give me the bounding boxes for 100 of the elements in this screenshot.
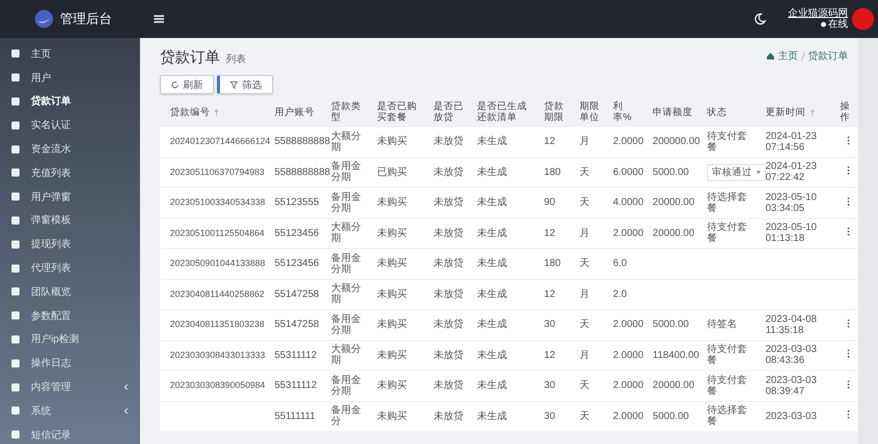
sidebar-item[interactable]: 实名认证 (0, 113, 140, 138)
table-cell: 未放贷 (433, 410, 464, 422)
table-cell: 90 (544, 197, 556, 208)
filter-button[interactable]: 筛选 (217, 75, 273, 94)
moon-icon[interactable] (754, 13, 766, 25)
more-icon[interactable] (847, 349, 850, 358)
table-cell: 未购买 (376, 380, 407, 392)
table-cell: 5588888888 (274, 136, 330, 148)
table-cell: 天 (580, 410, 590, 422)
table-cell-text: 2023-05-10 01:13:18 (766, 222, 818, 244)
table-cell: 6.0 (612, 258, 627, 270)
table-cell: 200000.00 (652, 136, 700, 148)
sidebar-item[interactable]: 用户 (0, 66, 140, 90)
funnel-icon (230, 80, 238, 88)
table-cell: 未生成 (477, 288, 508, 300)
user-name[interactable]: 企业猫源码网 (788, 8, 848, 19)
sidebar-item[interactable]: 充值列表 (0, 160, 140, 185)
table-cell: 2023040811351803238 (170, 319, 264, 330)
square-icon (11, 264, 20, 273)
more-icon[interactable] (847, 227, 850, 236)
table-cell: 2.0000 (612, 350, 644, 361)
table-cell: 天 (580, 258, 590, 270)
sidebar-item[interactable]: 短信记录 (0, 422, 140, 444)
table-cell: 未放贷 (433, 319, 464, 330)
breadcrumb-link[interactable]: 主页 (778, 49, 798, 63)
more-icon[interactable] (847, 166, 850, 176)
square-icon (11, 168, 20, 178)
table-cell: 备用金分期 (330, 374, 361, 397)
table-cell: 55123456 (274, 258, 319, 270)
column-header: 期限单位 (580, 101, 601, 123)
square-icon (11, 406, 20, 416)
sidebar-item[interactable]: 参数配置 (0, 304, 140, 328)
table-cell: 2.0000 (612, 380, 644, 392)
sidebar-item[interactable]: 系统 (0, 398, 140, 423)
more-icon[interactable] (847, 318, 850, 328)
table-cell: 待签名 (707, 319, 737, 330)
table-cell: 未生成 (477, 319, 508, 330)
menu-icon[interactable] (154, 15, 164, 23)
table-cell: 未放贷 (433, 197, 464, 208)
column-header: 利率% (612, 101, 632, 123)
table-cell: 未购买 (376, 197, 407, 208)
more-icon[interactable] (847, 196, 850, 206)
column-header: 申请额度 (652, 106, 693, 118)
page-title: 贷款订单 (160, 49, 220, 66)
square-icon (11, 144, 20, 154)
sidebar-item[interactable]: 团队概览 (0, 280, 140, 304)
breadcrumb-link[interactable]: 贷款订单 (808, 49, 848, 63)
table-cell: 55311112 (274, 350, 317, 361)
sidebar-item[interactable]: 主页 (0, 42, 140, 66)
table-cell: 55147258 (274, 319, 319, 330)
table-cell-text: 2023-03-03 (766, 410, 818, 422)
more-icon[interactable] (847, 136, 850, 145)
refresh-button[interactable]: 刷新 (160, 75, 214, 94)
table-cell: 未生成 (477, 136, 508, 148)
table-cell: 天 (580, 319, 590, 330)
avatar[interactable] (852, 8, 874, 30)
table-cell: 天 (580, 166, 590, 178)
table-cell: 已购买 (376, 166, 407, 178)
column-header: 操作 (839, 101, 850, 123)
sidebar-item[interactable]: 提现列表 (0, 232, 140, 256)
table-cell: 天 (580, 380, 590, 392)
table-cell: 未放贷 (433, 380, 464, 392)
table-cell: 2023030308390050984 (170, 380, 266, 390)
table-cell: 5000.00 (652, 166, 689, 178)
table-cell: 5000.00 (652, 319, 689, 330)
table-cell: 未购买 (376, 228, 407, 239)
table-cell: 12 (544, 228, 556, 239)
table-cell: 55147258 (274, 288, 319, 300)
table-cell: 备用金分期 (330, 252, 361, 275)
table-cell: 备用金分 (330, 405, 361, 428)
square-icon (11, 430, 20, 440)
sidebar-item[interactable]: 用户ip检测 (0, 328, 140, 352)
table-cell-text: 2023-05-10 03:34:05 (766, 192, 818, 214)
sidebar-item[interactable]: 资金流水 (0, 137, 140, 161)
sidebar-item[interactable]: 操作日志 (0, 351, 140, 376)
table-cell: 20000.00 (652, 228, 694, 239)
more-icon[interactable] (847, 410, 850, 420)
table-cell: 未放贷 (433, 350, 464, 361)
table-cell: 未放贷 (433, 288, 464, 300)
sidebar-item[interactable]: 弹窗模板 (0, 208, 140, 232)
table-cell: 180 (544, 166, 561, 178)
square-icon (11, 216, 20, 225)
column-header: 贷款期限 (544, 101, 566, 123)
sidebar-item[interactable]: 内容管理 (0, 375, 140, 399)
sidebar-item[interactable]: 贷款订单 (0, 90, 140, 114)
status-select[interactable]: 审核通过 (707, 164, 766, 181)
refresh-icon (171, 80, 179, 88)
sidebar-item[interactable]: 用户弹窗 (0, 184, 140, 209)
table-cell: 大额分期 (330, 344, 361, 366)
more-icon[interactable] (847, 380, 850, 389)
square-icon (11, 382, 20, 392)
square-icon (11, 287, 20, 296)
table-cell: 未生成 (477, 350, 508, 361)
table-cell: 未放贷 (433, 228, 464, 239)
table-cell: 备用金分期 (330, 161, 361, 184)
sidebar-item[interactable]: 代理列表 (0, 256, 140, 280)
table-cell: 未购买 (376, 288, 407, 300)
table-cell: 12 (544, 350, 556, 361)
table-cell: 2.0000 (612, 319, 644, 330)
caret-icon (756, 170, 761, 174)
